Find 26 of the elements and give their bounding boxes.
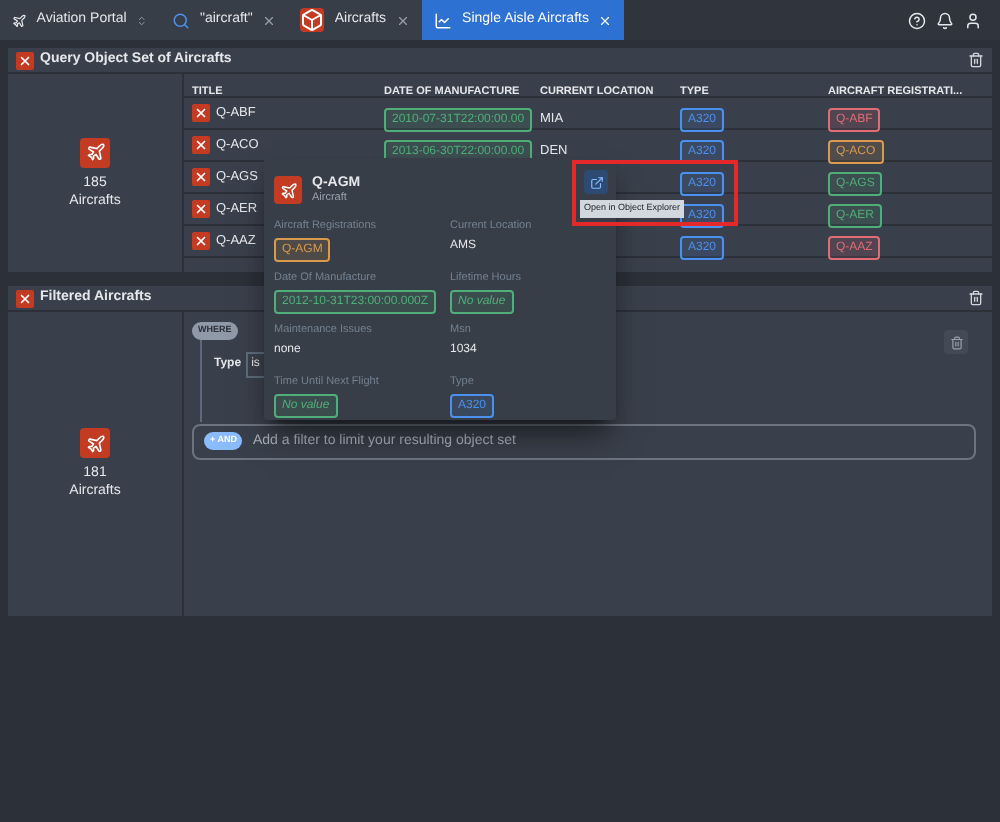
close-icon[interactable] [396, 13, 411, 27]
external-link-icon [589, 175, 603, 189]
object-type-icon [192, 104, 210, 122]
close-icon[interactable] [262, 13, 277, 27]
search-icon [172, 11, 190, 29]
cube-icon [300, 8, 325, 32]
trash-icon[interactable] [968, 290, 984, 306]
bell-icon[interactable] [936, 11, 954, 29]
object-type-icon [192, 168, 210, 186]
object-type-icon [16, 289, 34, 307]
help-icon[interactable] [908, 11, 926, 29]
user-icon[interactable] [964, 11, 982, 29]
delete-button[interactable] [944, 330, 968, 354]
airplane-icon [274, 176, 302, 204]
object-type-icon [192, 200, 210, 218]
chevron-icon [136, 13, 148, 27]
plane-icon [12, 11, 27, 29]
object-type-icon [192, 232, 210, 250]
chart-icon [434, 11, 453, 29]
trash-icon[interactable] [968, 52, 984, 68]
trash-icon [949, 335, 963, 349]
object-type-icon [192, 136, 210, 154]
open-explorer-button[interactable] [584, 170, 608, 194]
airplane-icon [80, 137, 110, 167]
object-type-icon [16, 51, 34, 69]
airplane-icon [80, 428, 110, 458]
